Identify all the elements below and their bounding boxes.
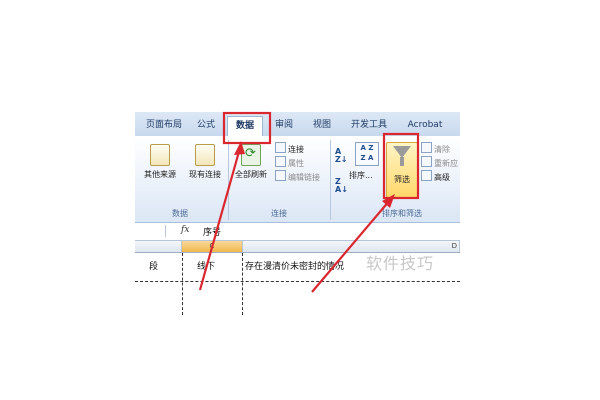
arrow-to-data-tab [198, 147, 242, 291]
filter-button-highlight [382, 132, 420, 200]
arrow-to-filter [311, 199, 391, 293]
data-tab-highlight [222, 111, 272, 145]
annotation-overlay [198, 111, 420, 293]
